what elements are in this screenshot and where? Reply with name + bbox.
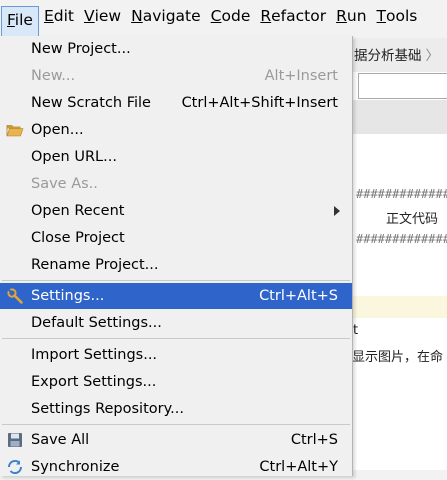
code-text: 正文代码 xyxy=(386,212,439,227)
menu-item-settings-repository[interactable]: Settings Repository... xyxy=(0,396,352,422)
menu-navigate[interactable]: Navigate xyxy=(126,0,206,32)
code-comment-line: ############## xyxy=(356,187,447,201)
code-comment-line: ############## xyxy=(356,232,447,246)
menu-label: avigate xyxy=(142,7,201,25)
mnemonic: T xyxy=(376,7,386,25)
menu-item-shortcut: Ctrl+Alt+Y xyxy=(259,459,338,475)
menu-label: ile xyxy=(14,10,33,29)
menu-item-label: Settings... xyxy=(31,288,105,304)
menu-item-rename-project[interactable]: Rename Project... xyxy=(0,252,352,278)
menu-item-label: Synchronize xyxy=(31,459,120,475)
menu-item-shortcut: Ctrl+Alt+Shift+Insert xyxy=(181,95,338,111)
menu-label: ode xyxy=(221,7,251,25)
menu-item-label: New Scratch File xyxy=(31,95,151,111)
mnemonic: V xyxy=(83,7,95,25)
menu-divider xyxy=(2,338,350,339)
menu-item-label: New... xyxy=(31,68,76,84)
menu-refactor[interactable]: Refactor xyxy=(255,0,331,32)
menu-label: efactor xyxy=(271,7,327,25)
menu-item-label: Open Recent xyxy=(31,203,125,219)
code-text: 显示图片，在命 xyxy=(352,350,444,365)
toolbar-field[interactable] xyxy=(358,73,447,99)
menu-item-shortcut: Ctrl+S xyxy=(290,432,338,448)
file-menu-dropdown: New Project... New... Alt+Insert New Scr… xyxy=(0,36,353,476)
menu-item-save-as[interactable]: Save As.. xyxy=(0,171,352,197)
menu-item-label: Close Project xyxy=(31,230,125,246)
menu-item-shortcut: Ctrl+Alt+S xyxy=(259,288,338,304)
editor-tab-strip xyxy=(352,100,447,134)
menu-item-open[interactable]: Open... xyxy=(0,117,352,143)
submenu-arrow-icon xyxy=(334,206,340,216)
breadcrumb[interactable]: 据分析基础〉 xyxy=(354,44,439,64)
menu-tools[interactable]: Tools xyxy=(372,0,423,32)
menu-label: ools xyxy=(386,7,418,25)
mnemonic: E xyxy=(43,7,54,25)
menu-label: un xyxy=(346,7,367,25)
menu-item-label: Save All xyxy=(31,432,90,448)
breadcrumb-item[interactable]: 据分析基础 xyxy=(354,48,422,64)
menu-view[interactable]: View xyxy=(79,0,126,32)
mnemonic: N xyxy=(131,7,143,25)
code-text: t xyxy=(353,323,359,338)
mnemonic: F xyxy=(7,10,15,29)
current-line-highlight xyxy=(352,296,447,318)
menu-code[interactable]: Code xyxy=(206,0,256,32)
menu-label: dit xyxy=(53,7,74,25)
menu-item-label: Rename Project... xyxy=(31,257,159,273)
menu-item-default-settings[interactable]: Default Settings... xyxy=(0,310,352,336)
menu-item-label: Settings Repository... xyxy=(31,401,184,417)
mnemonic: R xyxy=(336,7,347,25)
menu-item-label: Import Settings... xyxy=(31,347,158,363)
settings-wrench-icon xyxy=(6,287,24,305)
menu-item-label: Open... xyxy=(31,122,84,138)
menu-file[interactable]: File xyxy=(1,6,39,38)
menu-item-label: Export Settings... xyxy=(31,374,157,390)
menu-item-open-url[interactable]: Open URL... xyxy=(0,144,352,170)
menu-item-settings[interactable]: Settings... Ctrl+Alt+S xyxy=(0,283,352,309)
menu-item-label: Save As.. xyxy=(31,176,98,192)
menu-item-label: New Project... xyxy=(31,41,131,57)
menu-item-new-scratch-file[interactable]: New Scratch File Ctrl+Alt+Shift+Insert xyxy=(0,90,352,116)
menu-item-export-settings[interactable]: Export Settings... xyxy=(0,369,352,395)
menu-edit[interactable]: Edit xyxy=(39,0,79,32)
menu-item-close-project[interactable]: Close Project xyxy=(0,225,352,251)
menu-item-label: Default Settings... xyxy=(31,315,162,331)
menu-item-synchronize[interactable]: Synchronize Ctrl+Alt+Y xyxy=(0,454,352,480)
menu-item-label: Open URL... xyxy=(31,149,117,165)
menu-divider xyxy=(2,424,350,425)
menu-item-save-all[interactable]: Save All Ctrl+S xyxy=(0,427,352,453)
menu-item-new-project[interactable]: New Project... xyxy=(0,36,352,62)
menu-item-shortcut: Alt+Insert xyxy=(264,68,338,84)
menu-item-import-settings[interactable]: Import Settings... xyxy=(0,342,352,368)
menu-run[interactable]: Run xyxy=(331,0,371,32)
menu-bar: File Edit View Navigate Code Refactor Ru… xyxy=(0,0,447,38)
save-all-icon xyxy=(6,431,24,449)
mnemonic: C xyxy=(210,7,222,25)
mnemonic: R xyxy=(260,7,272,25)
folder-open-icon xyxy=(6,121,24,139)
menu-label: iew xyxy=(94,7,122,25)
menu-divider xyxy=(2,280,350,281)
menu-item-new[interactable]: New... Alt+Insert xyxy=(0,63,352,89)
breadcrumb-separator: 〉 xyxy=(425,48,440,64)
menu-item-open-recent[interactable]: Open Recent xyxy=(0,198,352,224)
synchronize-icon xyxy=(6,458,24,476)
